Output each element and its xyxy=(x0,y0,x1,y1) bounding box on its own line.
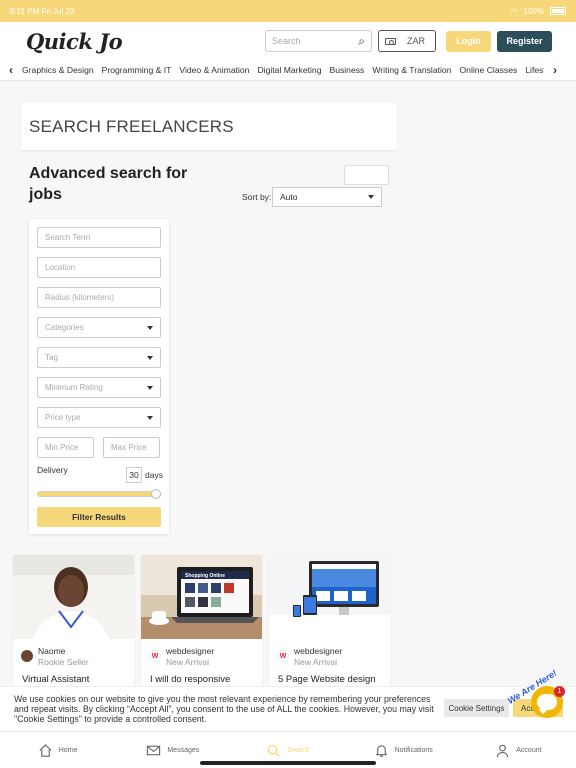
avatar xyxy=(21,650,33,662)
status-bar: 8:11 PM Fri Jul 23 ◠ 100% xyxy=(0,0,576,22)
filter-panel: Search Term Location Radius (kilometers)… xyxy=(29,219,169,534)
grid-view-button[interactable] xyxy=(345,166,367,184)
delivery-slider-handle[interactable] xyxy=(151,489,161,499)
tab-home[interactable]: Home xyxy=(0,732,115,768)
seller-name[interactable]: Naome xyxy=(38,646,89,657)
categories-select[interactable]: Categories xyxy=(37,317,161,338)
login-button[interactable]: Login xyxy=(446,30,491,52)
max-price-field[interactable]: Max Price xyxy=(103,437,160,458)
tag-select[interactable]: Tag xyxy=(37,347,161,368)
freelancer-card[interactable]: Naome Rookie Seller Virtual Assistant xyxy=(13,555,134,695)
seller-name[interactable]: webdesigner xyxy=(166,646,214,657)
header-actions: ⌕ ZAR Login Register xyxy=(265,30,552,52)
seller-level: Rookie Seller xyxy=(38,657,89,667)
category-item[interactable]: Business xyxy=(329,65,364,75)
envelope-icon xyxy=(147,745,161,755)
category-list: Graphics & Design Programming & IT Video… xyxy=(22,65,544,75)
delivery-slider-fill xyxy=(38,492,160,496)
chevron-left-icon[interactable]: ‹ xyxy=(0,63,22,77)
laptop-shopping-image: Shopping Online xyxy=(141,555,262,639)
bell-icon xyxy=(375,744,387,757)
filter-results-button[interactable]: Filter Results xyxy=(37,507,161,527)
delivery-slider[interactable] xyxy=(37,489,161,499)
location-field[interactable]: Location xyxy=(37,257,161,278)
category-item[interactable]: Writing & Translation xyxy=(372,65,451,75)
card-title[interactable]: 5 Page Website design xyxy=(278,674,376,685)
avatar: W xyxy=(149,650,161,662)
minimum-rating-select[interactable]: Minimum Rating xyxy=(37,377,161,398)
battery-percent: 100% xyxy=(523,6,544,16)
delivery-days-field[interactable]: 30 xyxy=(126,467,142,483)
advanced-search-heading: Advanced search for jobs xyxy=(29,165,188,203)
profile-photo xyxy=(13,555,134,639)
cookie-settings-button[interactable]: Cookie Settings xyxy=(444,699,509,717)
register-button[interactable]: Register xyxy=(497,30,552,52)
cash-icon xyxy=(385,37,396,45)
radius-field[interactable]: Radius (kilometers) xyxy=(37,287,161,308)
home-indicator xyxy=(200,761,376,765)
page-title: SEARCH FREELANCERS xyxy=(21,103,397,150)
freelancer-card[interactable]: Shopping Online W webdesigner New Arriva… xyxy=(141,555,262,695)
card-seller: Naome Rookie Seller xyxy=(21,646,89,668)
delivery-label: Delivery xyxy=(37,465,68,475)
caret-down-icon xyxy=(147,415,153,420)
logo[interactable]: Quick Jo xyxy=(26,29,123,54)
website-design-image xyxy=(269,555,390,639)
seller-level: New Arrival xyxy=(166,657,209,667)
home-icon xyxy=(39,743,52,757)
status-time: 8:11 PM Fri Jul 23 xyxy=(10,6,75,16)
list-icon xyxy=(367,169,389,181)
caret-down-icon xyxy=(147,325,153,330)
wifi-icon: ◠ xyxy=(510,6,518,16)
caret-down-icon xyxy=(368,195,374,199)
card-title[interactable]: Virtual Assistant xyxy=(22,674,89,685)
category-item[interactable]: Lifestyle xyxy=(525,65,544,75)
avatar: W xyxy=(277,650,289,662)
caret-down-icon xyxy=(147,385,153,390)
battery-icon xyxy=(550,7,566,15)
list-view-button[interactable] xyxy=(367,166,389,184)
card-image xyxy=(269,555,390,639)
category-bar: ‹ Graphics & Design Programming & IT Vid… xyxy=(0,60,576,81)
days-label: days xyxy=(145,470,163,480)
status-right: ◠ 100% xyxy=(511,7,566,16)
category-item[interactable]: Digital Marketing xyxy=(257,65,321,75)
view-toggle xyxy=(344,165,389,185)
sort-select[interactable]: Auto xyxy=(272,187,382,207)
grid-icon xyxy=(345,169,367,181)
cookie-text: We use cookies on our website to give yo… xyxy=(14,694,434,724)
seller-name[interactable]: webdesigner xyxy=(294,646,342,657)
seller-level: New Arrival xyxy=(294,657,337,667)
site-header: Quick Jo ⌕ ZAR Login Register xyxy=(0,22,576,60)
freelancer-card[interactable]: W webdesigner New Arrival 5 Page Website… xyxy=(269,555,390,695)
category-item[interactable]: Programming & IT xyxy=(102,65,172,75)
chat-widget[interactable]: We Are Here! 1 xyxy=(506,668,575,724)
category-item[interactable]: Graphics & Design xyxy=(22,65,94,75)
min-price-field[interactable]: Min Price xyxy=(37,437,94,458)
chevron-right-icon[interactable]: › xyxy=(544,63,566,77)
currency-selector[interactable]: ZAR xyxy=(378,30,436,52)
card-seller: W webdesigner New Arrival xyxy=(277,646,342,668)
price-type-select[interactable]: Price type xyxy=(37,407,161,428)
card-image xyxy=(13,555,134,639)
card-title[interactable]: I will do responsive xyxy=(150,674,230,685)
screen-text: Shopping Online xyxy=(185,573,225,579)
search-icon xyxy=(268,744,280,757)
search-term-field[interactable]: Search Term xyxy=(37,227,161,248)
chat-badge: 1 xyxy=(554,686,565,697)
currency-label: ZAR xyxy=(407,36,425,46)
card-image: Shopping Online xyxy=(141,555,262,639)
search-icon[interactable]: ⌕ xyxy=(358,34,365,49)
card-seller: W webdesigner New Arrival xyxy=(149,646,214,668)
sort-value: Auto xyxy=(280,192,298,202)
search-input[interactable] xyxy=(272,36,352,46)
user-icon xyxy=(497,744,509,757)
caret-down-icon xyxy=(147,355,153,360)
category-item[interactable]: Online Classes xyxy=(459,65,517,75)
sort-label: Sort by: xyxy=(242,192,272,202)
tab-account[interactable]: Account xyxy=(461,732,576,768)
category-item[interactable]: Video & Animation xyxy=(179,65,249,75)
header-search[interactable]: ⌕ xyxy=(265,30,372,52)
